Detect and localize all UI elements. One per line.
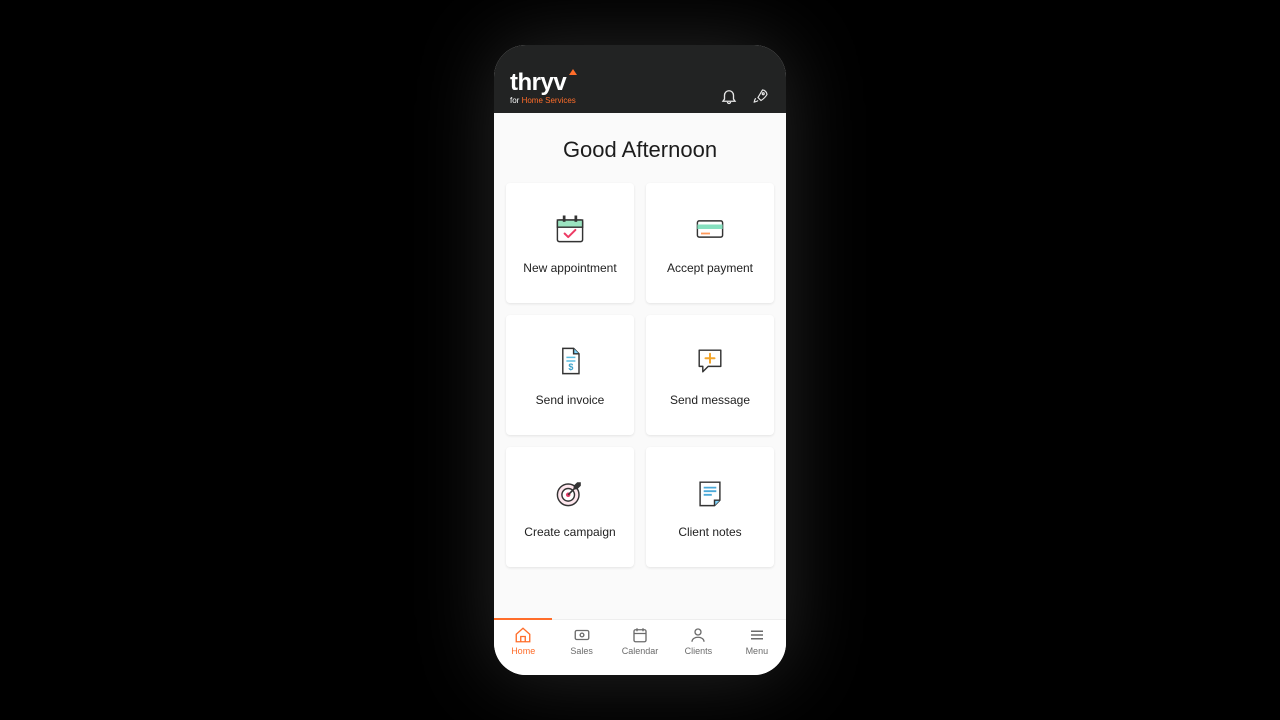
calendar-check-icon — [552, 211, 588, 247]
nav-label: Calendar — [622, 646, 659, 656]
menu-icon — [748, 626, 766, 644]
brand-logo: thryv for Home Services — [510, 71, 576, 105]
nav-clients[interactable]: Clients — [669, 626, 727, 656]
app-header: thryv for Home Services — [494, 45, 786, 113]
greeting-text: Good Afternoon — [506, 137, 774, 163]
nav-label: Home — [511, 646, 535, 656]
target-icon — [552, 475, 588, 511]
tile-label: Accept payment — [667, 261, 753, 275]
home-icon — [514, 626, 532, 644]
tile-send-invoice[interactable]: $ Send invoice — [506, 315, 634, 435]
tile-label: Create campaign — [524, 525, 615, 539]
tile-label: Send invoice — [536, 393, 605, 407]
notes-icon — [692, 475, 728, 511]
clients-icon — [689, 626, 707, 644]
tile-create-campaign[interactable]: Create campaign — [506, 447, 634, 567]
invoice-icon: $ — [552, 343, 588, 379]
phone-screen: thryv for Home Services Good Afternoon — [494, 45, 786, 675]
brand-name: thryv — [510, 71, 576, 95]
tile-accept-payment[interactable]: Accept payment — [646, 183, 774, 303]
credit-card-icon — [692, 211, 728, 247]
nav-label: Clients — [685, 646, 713, 656]
nav-label: Sales — [570, 646, 593, 656]
phone-mock: thryv for Home Services Good Afternoon — [494, 45, 786, 675]
nav-label: Menu — [746, 646, 769, 656]
nav-menu[interactable]: Menu — [728, 626, 786, 656]
calendar-icon — [631, 626, 649, 644]
sales-icon — [573, 626, 591, 644]
action-tile-grid: New appointment Accept payment — [506, 183, 774, 567]
tile-label: Send message — [670, 393, 750, 407]
tile-new-appointment[interactable]: New appointment — [506, 183, 634, 303]
nav-sales[interactable]: Sales — [552, 626, 610, 656]
main-content: Good Afternoon New appointment — [494, 113, 786, 619]
message-plus-icon — [692, 343, 728, 379]
svg-text:$: $ — [568, 362, 573, 372]
tile-label: New appointment — [523, 261, 616, 275]
nav-calendar[interactable]: Calendar — [611, 626, 669, 656]
bell-icon[interactable] — [720, 87, 738, 105]
tile-send-message[interactable]: Send message — [646, 315, 774, 435]
header-actions — [720, 87, 770, 105]
nav-home[interactable]: Home — [494, 626, 552, 656]
rocket-icon[interactable] — [752, 87, 770, 105]
tile-label: Client notes — [678, 525, 741, 539]
bottom-nav: Home Sales Calendar Clients — [494, 619, 786, 675]
tile-client-notes[interactable]: Client notes — [646, 447, 774, 567]
brand-subtitle: for Home Services — [510, 97, 576, 105]
